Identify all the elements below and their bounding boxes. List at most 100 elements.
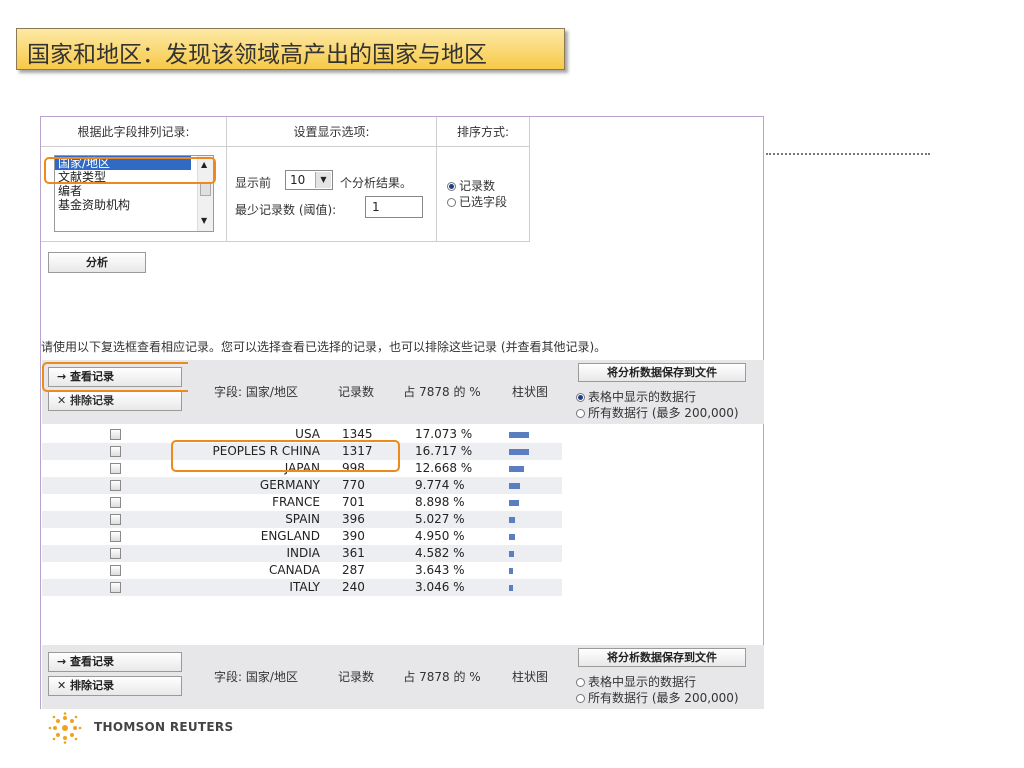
table-row: FRANCE 701 8.898 % xyxy=(42,494,562,511)
exclude-records-button-bottom[interactable]: ✕ 排除记录 xyxy=(48,676,182,696)
row-checkbox[interactable] xyxy=(110,497,121,508)
row-checkbox[interactable] xyxy=(110,463,121,474)
row-bar xyxy=(509,466,524,472)
row-bar xyxy=(509,517,515,523)
row-bar xyxy=(509,449,529,455)
row-count: 701 xyxy=(342,495,365,509)
scroll-thumb[interactable] xyxy=(200,182,211,196)
highlight-field-selection xyxy=(44,157,216,184)
exclude-records-button[interactable]: ✕ 排除记录 xyxy=(48,391,182,411)
save-to-file-button-bottom[interactable]: 将分析数据保存到文件 xyxy=(578,648,746,667)
col-field-header[interactable]: 字段: 国家/地区 xyxy=(188,360,324,424)
view-records-button-bottom[interactable]: → 查看记录 xyxy=(48,652,182,672)
save-option-all-bottom[interactable]: 所有数据行 (最多 200,000) xyxy=(576,689,739,706)
col-field-footer: 字段: 国家/地区 xyxy=(188,645,324,709)
row-count: 287 xyxy=(342,563,365,577)
row-country: GERMANY xyxy=(259,478,320,492)
radio-icon[interactable] xyxy=(447,198,456,207)
divider xyxy=(529,117,530,241)
sort-field-header: 根据此字段排列记录: xyxy=(41,117,227,147)
row-count: 240 xyxy=(342,580,365,594)
row-percent: 4.582 % xyxy=(415,546,465,560)
row-checkbox[interactable] xyxy=(110,429,121,440)
table-row: SPAIN 396 5.027 % xyxy=(42,511,562,528)
table-row: INDIA 361 4.582 % xyxy=(42,545,562,562)
row-count: 770 xyxy=(342,478,365,492)
col-percent-header[interactable]: 占 7878 的 % xyxy=(388,360,496,424)
field-option-editor[interactable]: 编者 xyxy=(55,184,213,198)
table-row: GERMANY 770 9.774 % xyxy=(42,477,562,494)
radio-icon[interactable] xyxy=(576,393,585,402)
row-bar xyxy=(509,551,514,557)
row-country: USA xyxy=(295,427,320,441)
row-country: CANADA xyxy=(268,563,320,577)
sort-method-header: 排序方式: xyxy=(437,117,530,147)
row-country: ENGLAND xyxy=(260,529,320,543)
dotted-connector xyxy=(766,153,930,155)
row-checkbox[interactable] xyxy=(110,565,121,576)
row-percent: 3.643 % xyxy=(415,563,465,577)
show-top-suffix: 个分析结果。 xyxy=(340,176,413,190)
row-bar xyxy=(509,483,520,489)
analyze-button[interactable]: 分析 xyxy=(48,252,146,273)
slide-title-banner: 国家和地区：发现该领域高产出的国家与地区 xyxy=(16,28,565,70)
row-country: INDIA xyxy=(286,546,320,560)
row-percent: 12.668 % xyxy=(415,461,473,475)
row-checkbox[interactable] xyxy=(110,582,121,593)
row-count: 361 xyxy=(342,546,365,560)
col-percent-footer: 占 7878 的 % xyxy=(388,645,496,709)
divider xyxy=(41,241,530,242)
save-to-file-button[interactable]: 将分析数据保存到文件 xyxy=(578,363,746,382)
save-option-displayed[interactable]: 表格中显示的数据行 xyxy=(576,388,696,405)
row-percent: 3.046 % xyxy=(415,580,465,594)
row-bar xyxy=(509,432,529,438)
row-bar xyxy=(509,534,515,540)
row-count: 390 xyxy=(342,529,365,543)
show-top-select[interactable]: 10 ▼ xyxy=(285,170,333,190)
row-checkbox[interactable] xyxy=(110,480,121,491)
row-percent: 9.774 % xyxy=(415,478,465,492)
row-bar xyxy=(509,568,513,574)
thomson-reuters-logo-icon xyxy=(48,712,82,744)
save-option-displayed-bottom[interactable]: 表格中显示的数据行 xyxy=(576,673,696,690)
row-percent: 16.717 % xyxy=(415,444,473,458)
row-checkbox[interactable] xyxy=(110,446,121,457)
divider xyxy=(226,147,227,241)
row-count: 396 xyxy=(342,512,365,526)
col-count-footer: 记录数 xyxy=(324,645,388,709)
min-records-input[interactable]: 1 xyxy=(365,196,423,218)
radio-icon[interactable] xyxy=(576,409,585,418)
row-checkbox[interactable] xyxy=(110,531,121,542)
scroll-down-icon[interactable]: ▼ xyxy=(201,216,207,225)
col-count-header[interactable]: 记录数 xyxy=(324,360,388,424)
row-checkbox[interactable] xyxy=(110,548,121,559)
show-top-value: 10 xyxy=(290,173,306,187)
chevron-down-icon[interactable]: ▼ xyxy=(315,172,331,188)
row-count: 1345 xyxy=(342,427,373,441)
radio-icon[interactable] xyxy=(576,678,585,687)
brand-name: THOMSON REUTERS xyxy=(94,720,234,734)
table-row: ITALY 240 3.046 % xyxy=(42,579,562,596)
save-option-all[interactable]: 所有数据行 (最多 200,000) xyxy=(576,404,739,421)
instruction-text: 请使用以下复选框查看相应记录。您可以选择查看已选择的记录，也可以排除这些记录 (… xyxy=(41,340,607,354)
col-bar-header: 柱状图 xyxy=(496,360,564,424)
row-percent: 8.898 % xyxy=(415,495,465,509)
row-checkbox[interactable] xyxy=(110,514,121,525)
radio-icon[interactable] xyxy=(447,182,456,191)
radio-icon[interactable] xyxy=(576,694,585,703)
row-country: FRANCE xyxy=(272,495,320,509)
row-percent: 5.027 % xyxy=(415,512,465,526)
slide-title: 国家和地区：发现该领域高产出的国家与地区 xyxy=(27,42,487,68)
row-country: SPAIN xyxy=(285,512,320,526)
field-option-funding[interactable]: 基金资助机构 xyxy=(55,198,213,212)
row-bar xyxy=(509,500,519,506)
row-country: ITALY xyxy=(289,580,320,594)
row-bar xyxy=(509,585,513,591)
min-records-label: 最少记录数 (阈值): xyxy=(235,203,337,217)
sort-option-field[interactable]: 已选字段 xyxy=(447,193,507,210)
table-row: CANADA 287 3.643 % xyxy=(42,562,562,579)
display-options-header: 设置显示选项: xyxy=(227,117,437,147)
sort-option-count[interactable]: 记录数 xyxy=(447,177,495,194)
divider xyxy=(436,147,437,241)
table-row: ENGLAND 390 4.950 % xyxy=(42,528,562,545)
